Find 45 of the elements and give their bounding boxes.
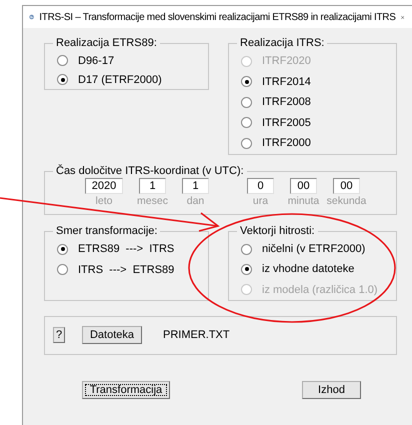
radio-button[interactable]: [57, 244, 68, 255]
radio-button[interactable]: [241, 244, 252, 255]
radio-button[interactable]: [57, 74, 68, 85]
group-title: Smer transformacije:: [55, 225, 158, 237]
radio-label: iz modela (različica 1.0): [262, 284, 378, 296]
radio-button[interactable]: [241, 76, 252, 88]
field-caption: leto: [96, 195, 112, 207]
radio-label: ITRS ---> ETRS89: [78, 264, 174, 276]
dialog-button[interactable]: Izhod: [302, 381, 361, 399]
radio-label: ITRF2000: [262, 137, 311, 150]
field-caption: ura: [252, 195, 268, 207]
radio-label: ITRF2005: [262, 116, 311, 129]
number-field[interactable]: 00: [290, 178, 317, 194]
file-name: PRIMER.TXT: [163, 328, 230, 340]
number-field[interactable]: 1: [139, 178, 166, 194]
group-title: Čas določitve ITRS-koordinat (v UTC):: [55, 165, 245, 177]
radio-button[interactable]: [241, 138, 252, 149]
help-button[interactable]: ?: [53, 326, 65, 342]
dialog-button[interactable]: Transformacija: [82, 381, 170, 399]
radio-label: ETRS89 ---> ITRS: [78, 243, 174, 256]
radio-button[interactable]: [241, 264, 252, 275]
radio-label: D17 (ETRF2000): [78, 74, 162, 86]
radio-label: ITRF2008: [262, 96, 311, 108]
radio-button[interactable]: [241, 117, 252, 128]
number-field[interactable]: 00: [333, 178, 360, 194]
radio-label: ničelni (v ETRF2000): [262, 243, 366, 256]
radio-label: D96-17: [78, 54, 114, 66]
group-title: Vektorji hitrosti:: [239, 225, 316, 237]
number-field[interactable]: 2020: [85, 178, 123, 194]
window-title: ITRS-SI – Transformacije med slovenskimi realizacijami ETRS89 in realizacijami ITRS: [39, 12, 396, 22]
group-title: Realizacija ETRS89:: [55, 37, 158, 49]
radio-label: ITRF2014: [262, 76, 311, 88]
radio-button[interactable]: [57, 55, 68, 66]
number-field[interactable]: 1: [182, 178, 209, 194]
radio-label: ITRF2020: [262, 55, 311, 68]
field-caption: dan: [186, 195, 204, 207]
number-field[interactable]: 0: [247, 178, 274, 194]
field-caption: minuta: [288, 195, 320, 207]
group-title: Realizacija ITRS:: [239, 37, 326, 49]
radio-button[interactable]: [241, 96, 252, 108]
radio-label: iz vhodne datoteke: [262, 263, 354, 276]
file-button[interactable]: Datoteka: [82, 326, 142, 344]
field-caption: sekunda: [326, 195, 366, 207]
field-caption: mesec: [137, 195, 168, 207]
radio-button[interactable]: [57, 264, 68, 276]
